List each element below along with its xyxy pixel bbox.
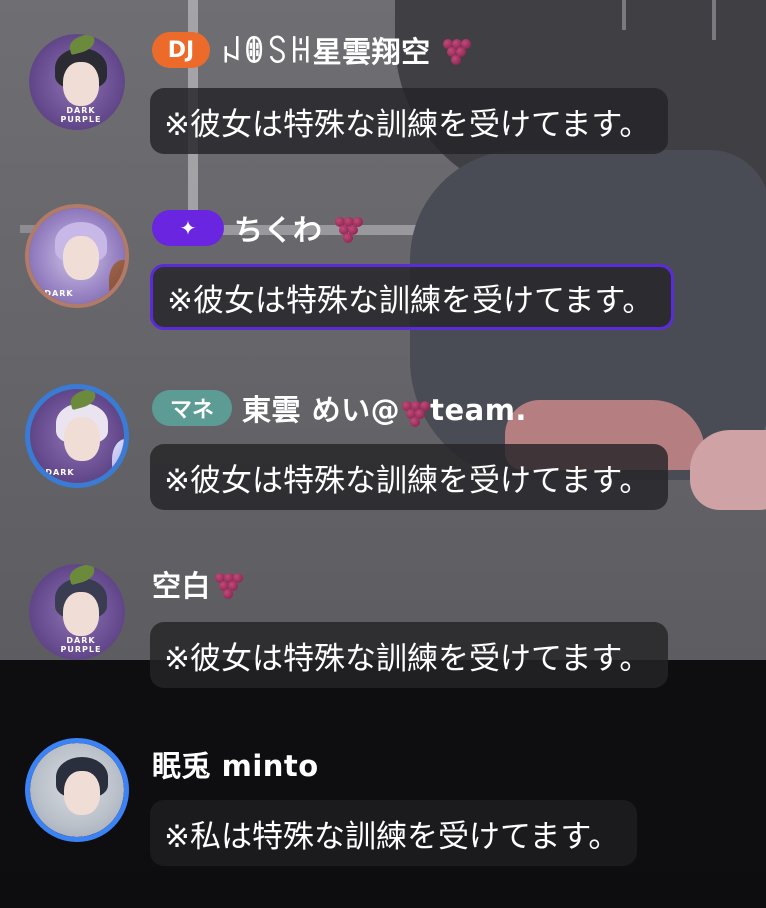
comment-item[interactable]: DARK マネ 東雲 めい@ team. ※彼女は特殊な訓練を受けてます。 bbox=[0, 380, 766, 550]
dj-badge: DJ bbox=[152, 32, 210, 68]
user-avatar[interactable]: DARK PURPLE bbox=[25, 30, 129, 134]
comment-message: ※彼女は特殊な訓練を受けてます。 bbox=[150, 444, 669, 510]
comment-item[interactable]: DARK PURPLE DJ ꈤꂦꇙꀍ星雲翔空 ※彼女は特殊な訓練を受けてます。 bbox=[0, 22, 766, 192]
avatar-face bbox=[63, 592, 99, 636]
avatar-image: DARK PURPLE bbox=[29, 34, 125, 130]
comment-item[interactable]: 眠兎 minto ※私は特殊な訓練を受けてます。 bbox=[0, 738, 766, 908]
user-avatar[interactable]: DARK bbox=[25, 384, 129, 488]
avatar-frame-text: DARK PURPLE bbox=[60, 106, 102, 124]
comment-item[interactable]: DARK PURPLE 空白 ※彼女は特殊な訓練を受けてます。 bbox=[0, 558, 766, 728]
avatar-frame-ornament bbox=[112, 439, 124, 483]
username-main: 東雲 めい@ bbox=[242, 393, 401, 427]
user-avatar[interactable]: DARK bbox=[25, 204, 129, 308]
username[interactable]: ちくわ bbox=[234, 207, 323, 249]
username[interactable]: ꈤꂦꇙꀍ星雲翔空 bbox=[220, 29, 431, 71]
grape-icon bbox=[213, 569, 244, 599]
avatar-frame-text: DARK PURPLE bbox=[60, 636, 102, 654]
comment-header: DJ ꈤꂦꇙꀍ星雲翔空 bbox=[152, 30, 471, 70]
avatar-image: DARK bbox=[30, 389, 124, 483]
username-suffix: team. bbox=[430, 393, 527, 427]
avatar-frame-text: DARK bbox=[45, 468, 75, 477]
username[interactable]: 東雲 めい@ team. bbox=[242, 387, 527, 429]
avatar-face bbox=[63, 236, 99, 280]
comment-message: ※彼女は特殊な訓練を受けてます。 bbox=[150, 264, 675, 330]
grape-icon bbox=[333, 213, 363, 243]
avatar-image: DARK PURPLE bbox=[29, 564, 125, 660]
avatar-face bbox=[63, 62, 99, 106]
sparkle-badge: ✦ bbox=[152, 210, 224, 246]
comment-header: ✦ ちくわ bbox=[152, 208, 363, 248]
avatar-face bbox=[64, 771, 100, 815]
username[interactable]: 空白 bbox=[152, 563, 211, 605]
comment-header: 眠兎 minto bbox=[152, 744, 319, 784]
comment-feed: DARK PURPLE DJ ꈤꂦꇙꀍ星雲翔空 ※彼女は特殊な訓練を受けてます。… bbox=[0, 0, 766, 871]
avatar-face bbox=[64, 417, 100, 461]
avatar-image bbox=[30, 743, 124, 837]
username[interactable]: 眠兎 minto bbox=[152, 743, 319, 785]
user-avatar[interactable] bbox=[25, 738, 129, 842]
comment-header: マネ 東雲 めい@ team. bbox=[152, 388, 527, 428]
comment-item[interactable]: DARK ✦ ちくわ ※彼女は特殊な訓練を受けてます。 bbox=[0, 200, 766, 370]
comment-message: ※私は特殊な訓練を受けてます。 bbox=[150, 800, 638, 866]
user-avatar[interactable]: DARK PURPLE bbox=[25, 560, 129, 664]
manager-badge: マネ bbox=[152, 390, 232, 426]
avatar-frame-text: DARK bbox=[44, 289, 74, 298]
comment-message: ※彼女は特殊な訓練を受けてます。 bbox=[150, 88, 669, 154]
comment-message: ※彼女は特殊な訓練を受けてます。 bbox=[150, 622, 669, 688]
grape-icon bbox=[441, 35, 471, 65]
comment-header: 空白 bbox=[152, 563, 244, 605]
grape-icon bbox=[400, 397, 431, 427]
avatar-frame-ornament bbox=[109, 260, 125, 304]
